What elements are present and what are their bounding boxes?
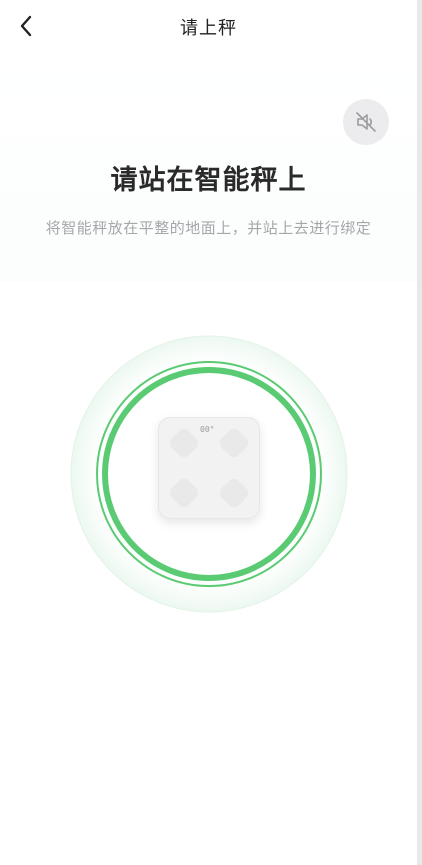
page-title: 请上秤 <box>180 18 237 39</box>
scale-display: 00° <box>200 425 215 434</box>
mute-sound-button[interactable] <box>343 99 389 145</box>
instruction-headline: 请站在智能秤上 <box>110 165 307 196</box>
speaker-muted-icon <box>356 112 376 132</box>
instruction-subtitle: 将智能秤放在平整的地面上，并站上去进行绑定 <box>45 219 372 237</box>
scale-pad-top-left <box>167 426 201 460</box>
top-nav-bar: 请上秤 <box>0 0 417 52</box>
scale-pad-bottom-left <box>167 476 201 510</box>
scale-pad-top-right <box>217 426 251 460</box>
scrollbar[interactable] <box>417 0 422 865</box>
smart-scale-image: 00° <box>158 417 260 519</box>
scale-pad-bottom-right <box>217 476 251 510</box>
